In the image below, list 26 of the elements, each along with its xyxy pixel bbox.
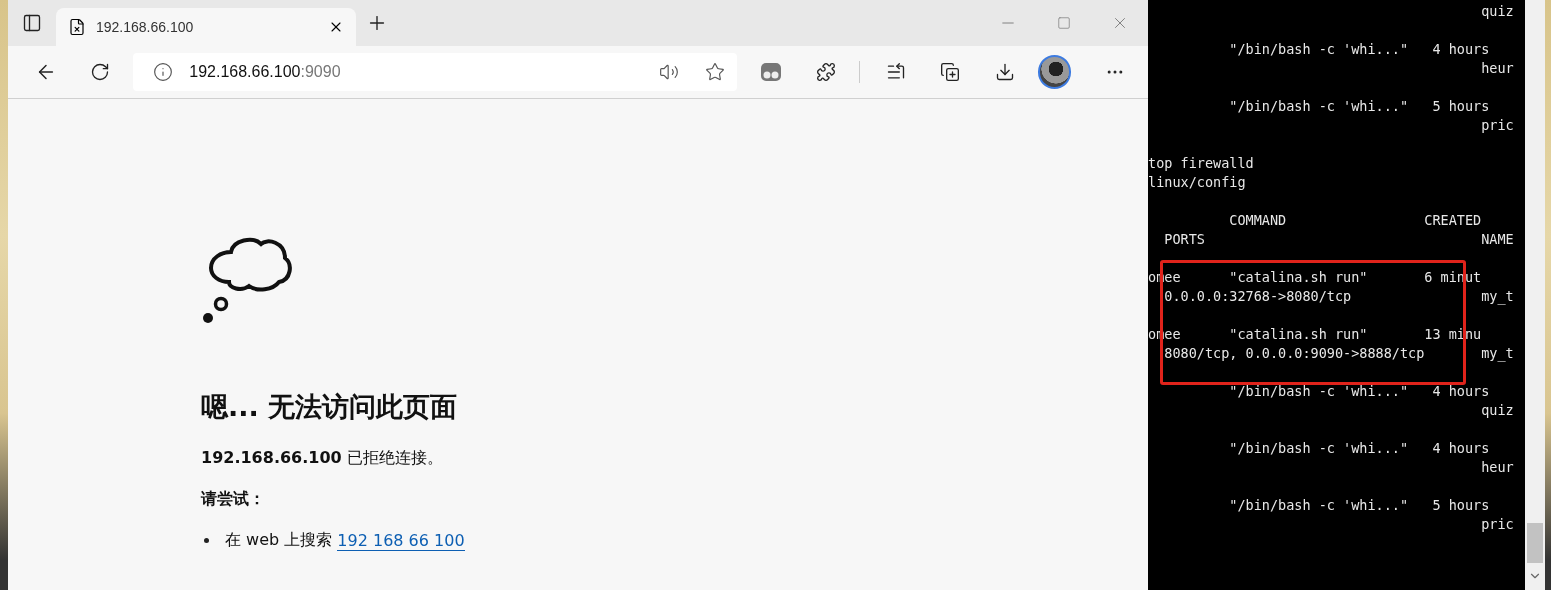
terminal-line: "/bin/bash -c 'whi..." 4 hours [1228, 40, 1490, 59]
terminal-line: pric [1480, 116, 1514, 135]
terminal-line: quiz [1480, 401, 1514, 420]
try-label: 请尝试： [201, 489, 266, 510]
browser-tab[interactable]: 192.168.66.100 [56, 8, 356, 46]
terminal-line: "/bin/bash -c 'whi..." 4 hours [1228, 382, 1490, 401]
terminal-line: pric [1480, 515, 1514, 534]
url-text: 192.168.66.100:9090 [189, 63, 342, 81]
tab-title: 192.168.66.100 [96, 19, 195, 35]
suggestion-text: 在 web 上搜索 [225, 530, 334, 551]
terminal-line: heur [1480, 59, 1514, 78]
terminal-line: COMMAND CREATED [1228, 211, 1482, 230]
terminal-line: 8080/tcp, 0.0.0.0:9090->8888/tcp my_t [1163, 344, 1514, 363]
terminal-line: "/bin/bash -c 'whi..." 5 hours [1228, 496, 1490, 515]
error-heading: 嗯... 无法访问此页面 [201, 390, 459, 424]
terminal-line: top firewalld [1148, 154, 1254, 173]
terminal-line: 0.0.0.0:32768->8080/tcp my_t [1163, 287, 1514, 306]
error-message: 192.168.66.100 已拒绝连接。 [201, 448, 444, 469]
search-link[interactable]: 192 168 66 100 [337, 530, 465, 551]
terminal-line: linux/config [1148, 173, 1246, 192]
address-bar[interactable]: 192.168.66.100:9090 [133, 53, 738, 91]
terminal-line: "/bin/bash -c 'whi..." 4 hours [1228, 439, 1490, 458]
terminal-line: "/bin/bash -c 'whi..." 5 hours [1228, 97, 1490, 116]
terminal-line: quiz [1480, 2, 1514, 21]
terminal-line: heur [1480, 458, 1514, 477]
terminal-line: PORTS NAME [1163, 230, 1514, 249]
